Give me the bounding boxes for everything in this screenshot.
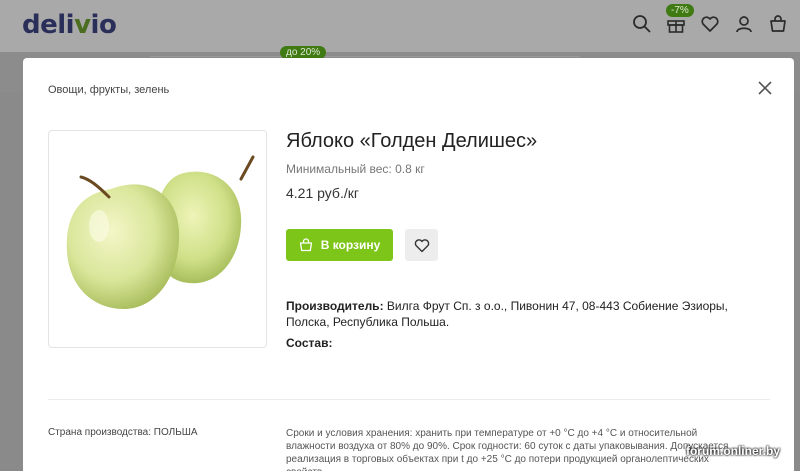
logo-part-1: deli <box>22 10 75 40</box>
gift-button[interactable]: -7% <box>666 4 694 34</box>
price: 4.21 руб./кг <box>286 185 359 201</box>
composition-label: Состав: <box>286 336 333 350</box>
logo-part-3: io <box>90 10 117 40</box>
storage-conditions: Сроки и условия хранения: хранить при те… <box>286 428 729 471</box>
producer-label: Производитель: <box>286 299 384 313</box>
favorite-button[interactable] <box>405 229 438 261</box>
logo-part-2: v <box>74 10 91 40</box>
header-icons: -7% <box>632 4 788 34</box>
product-image <box>48 130 267 348</box>
apples-image <box>66 155 255 309</box>
heart-icon[interactable] <box>700 14 720 34</box>
heart-icon <box>414 238 429 252</box>
watermark: forum.onliner.by <box>685 444 780 458</box>
breadcrumb[interactable]: Овощи, фрукты, зелень <box>48 84 169 96</box>
search-icon[interactable] <box>632 14 652 34</box>
cart-icon[interactable] <box>768 14 788 34</box>
product-modal: Овощи, фрукты, зелень Яблоко «Голден Дел… <box>23 58 794 471</box>
user-icon[interactable] <box>734 14 754 34</box>
basket-icon <box>299 238 312 252</box>
add-to-cart-button[interactable]: В корзину <box>286 229 393 261</box>
divider <box>48 399 770 400</box>
add-to-cart-label: В корзину <box>320 238 381 252</box>
min-weight: Минимальный вес: 0.8 кг <box>286 162 425 176</box>
discount-badge: -7% <box>666 4 694 17</box>
gift-icon <box>667 20 685 33</box>
product-title: Яблоко «Голден Делишес» <box>286 130 538 152</box>
delivio-logo[interactable]: delivio <box>22 10 117 40</box>
country-of-origin: Страна производства: ПОЛЬША <box>48 427 198 438</box>
close-icon[interactable] <box>756 79 774 97</box>
producer-info: Производитель: Вилга Фрут Сп. з о.о., Пи… <box>286 298 756 330</box>
site-header: delivio -7% <box>0 0 800 52</box>
